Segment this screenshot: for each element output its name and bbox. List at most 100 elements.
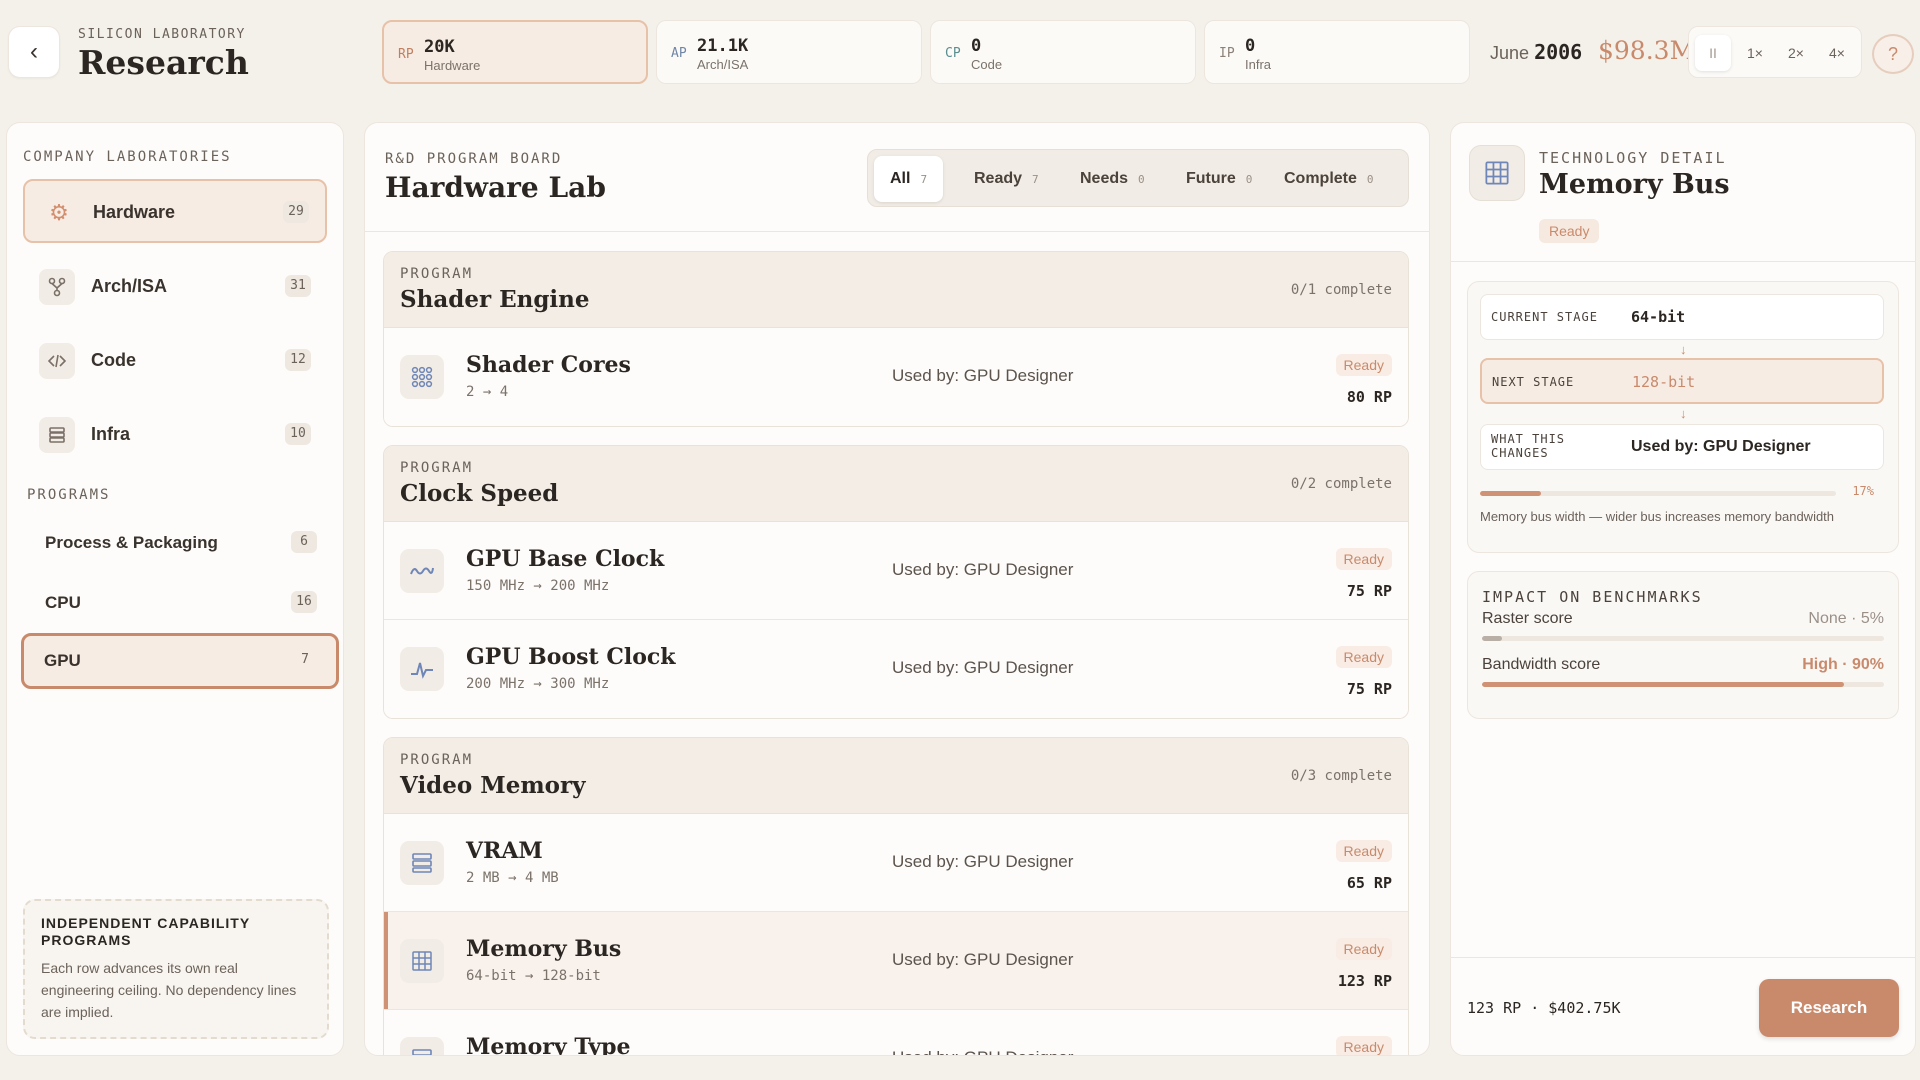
tech-name: Memory Bus [466,936,622,962]
tech-row-memory-type[interactable]: Memory Type Used by: GPU Designer Ready [384,1010,1408,1056]
points-abbr: IP [1219,46,1235,61]
points-ip[interactable]: IP 0 Infra [1204,20,1470,84]
points-ap[interactable]: AP 21.1K Arch/ISA [656,20,922,84]
stage-card: CURRENT STAGE 64-bit ↓ NEXT STAGE 128-bi… [1467,281,1899,553]
research-progress-bar [1480,491,1836,496]
tab-label: Future [1186,170,1236,187]
current-stage: CURRENT STAGE 64-bit [1480,294,1884,340]
stage-label: NEXT STAGE [1492,375,1575,389]
pulse-icon [400,647,444,691]
wave-icon [400,549,444,593]
tech-row-memory-bus[interactable]: Memory Bus 64-bit → 128-bit Used by: GPU… [384,912,1408,1010]
tab-all[interactable]: All 7 [874,156,944,202]
program-count: 7 [301,652,309,667]
board-subtitle: R&D PROGRAM BOARD [385,151,563,167]
research-cost: 123 RP · $402.75K [1467,999,1621,1017]
code-icon [39,343,75,379]
tech-row-vram[interactable]: VRAM 2 MB → 4 MB Used by: GPU Designer R… [384,814,1408,912]
back-button[interactable]: ‹ [8,26,60,78]
status-badge: Ready [1539,219,1600,243]
divider [1451,261,1915,262]
points-label: Code [971,57,1003,72]
tech-used-by: Used by: GPU Designer [892,366,1074,385]
detail-subtitle: TECHNOLOGY DETAIL [1539,149,1727,167]
impact-bar-fill [1482,682,1844,687]
points-cp[interactable]: CP 0 Code [930,20,1196,84]
pause-button[interactable]: II [1695,35,1731,71]
tech-row-gpu-base-clock[interactable]: GPU Base Clock 150 MHz → 200 MHz Used by… [384,522,1408,620]
tab-needs[interactable]: Needs 0 [1064,156,1161,202]
sidebar-item-hardware[interactable]: ⚙ Hardware 29 [23,179,327,243]
tech-row-shader-cores[interactable]: Shader Cores 2 → 4 Used by: GPU Designer… [384,328,1408,426]
filter-tabs: All 7 Ready 7 Needs 0 Future 0 Complete 0 [867,149,1409,207]
tech-name: Memory Type [466,1034,631,1056]
tab-future[interactable]: Future 0 [1170,156,1268,202]
tab-complete[interactable]: Complete 0 [1268,156,1390,202]
tech-description: Memory bus width — wider bus increases m… [1480,509,1835,524]
program-header: PROGRAM Shader Engine 0/1 complete [384,252,1408,328]
speed-1x-button[interactable]: 1× [1737,35,1773,71]
program-title: Shader Engine [400,286,590,313]
impact-card: IMPACT ON BENCHMARKS Raster score None ·… [1467,571,1899,719]
info-note: INDEPENDENT CAPABILITY PROGRAMS Each row… [23,899,329,1039]
sidebar-item-infra[interactable]: Infra 10 [23,403,327,467]
lab-count: 10 [285,423,311,445]
cash-balance: $98.3M [1598,36,1696,65]
divider [365,231,1429,232]
lab-count: 12 [285,349,311,371]
tab-ready[interactable]: Ready 7 [958,156,1055,202]
impact-value: None · 5% [1808,610,1884,627]
program-group-shader-engine: PROGRAM Shader Engine 0/1 complete Shade… [383,251,1409,427]
arrow-down-icon: ↓ [1680,342,1687,357]
status-badge: Ready [1335,646,1392,668]
points-label: Hardware [424,58,481,73]
stage-value: 64-bit [1631,308,1686,326]
changes-label-line2: CHANGES [1491,446,1549,460]
tech-range: 2 MB → 4 MB [466,870,559,886]
memory-stack-icon [400,1037,444,1055]
impact-value: High · 90% [1802,656,1884,673]
divider [1451,957,1915,958]
tech-range: 2 → 4 [466,384,509,400]
tech-cost: 75 RP [1346,582,1392,600]
speed-2x-button[interactable]: 2× [1778,35,1814,71]
program-group-clock-speed: PROGRAM Clock Speed 0/2 complete GPU Bas… [383,445,1409,719]
tech-used-by: Used by: GPU Designer [892,658,1074,677]
sidebar-item-process-packaging[interactable]: Process & Packaging 6 [21,515,339,571]
sidebar-item-cpu[interactable]: CPU 16 [21,575,339,631]
note-text: Each row advances its own real engineeri… [41,960,297,1020]
sidebar-item-gpu[interactable]: GPU 7 [21,633,339,689]
program-progress: 0/2 complete [1290,476,1392,492]
program-count: 6 [291,531,317,553]
points-value: 0 [971,36,982,56]
tech-row-gpu-boost-clock[interactable]: GPU Boost Clock 200 MHz → 300 MHz Used b… [384,620,1408,718]
tech-cost: 123 RP [1337,972,1392,990]
sidebar-item-arch-isa[interactable]: Arch/ISA 31 [23,255,327,319]
points-value: 0 [1245,36,1256,56]
impact-name: Bandwidth score [1482,656,1601,673]
arrow-down-icon: ↓ [1680,406,1687,421]
impact-bar [1482,636,1884,641]
tech-range: 200 MHz → 300 MHz [466,676,610,692]
tab-label: Complete [1284,170,1357,187]
stage-label: CURRENT STAGE [1491,310,1598,324]
tech-name: Shader Cores [466,352,631,378]
chip-icon: ⚙ [49,200,69,225]
tab-label: Needs [1080,170,1129,187]
speed-4x-button[interactable]: 4× [1819,35,1855,71]
research-button[interactable]: Research [1759,979,1899,1037]
sidebar-item-code[interactable]: Code 12 [23,329,327,393]
lab-count: 31 [285,275,311,297]
stage-value: Used by: GPU Designer [1631,438,1811,455]
impact-row-raster: Raster score None · 5% [1482,610,1884,641]
impact-heading: IMPACT ON BENCHMARKS [1482,588,1703,606]
program-name: Process & Packaging [45,533,218,552]
tab-label: All [890,170,911,187]
impact-bar [1482,682,1884,687]
points-rp[interactable]: RP 20K Hardware [382,20,648,84]
impact-bar-fill [1482,636,1503,641]
program-label: PROGRAM [400,460,474,476]
lab-name: Code [91,350,136,370]
help-button[interactable]: ? [1872,34,1914,74]
program-progress: 0/3 complete [1290,768,1392,784]
